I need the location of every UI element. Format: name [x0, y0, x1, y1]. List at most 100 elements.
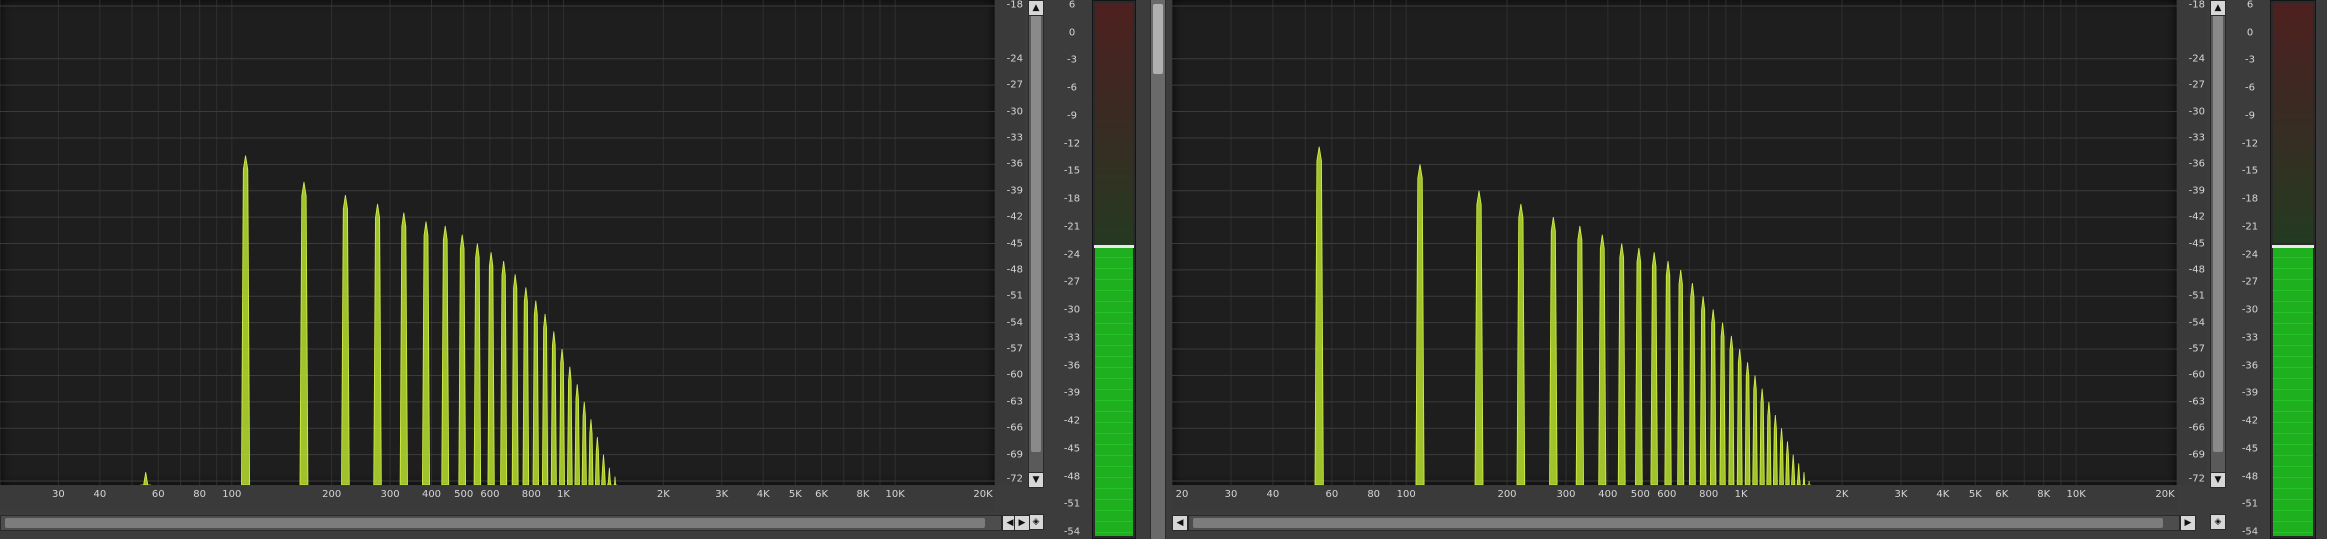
db-tick-label: -36: [2188, 158, 2205, 170]
meter-tick-label: -12: [2241, 138, 2259, 150]
zoom-icon[interactable]: ◈: [2210, 514, 2226, 530]
frequency-tick-label: 800: [521, 489, 541, 500]
spectrum-peak: [511, 274, 519, 485]
db-tick-label: -27: [2188, 79, 2205, 91]
spectrum-peak: [373, 203, 382, 485]
db-tick-label: -48: [2188, 264, 2205, 276]
meter-tick-label: -24: [1063, 249, 1081, 261]
frequency-tick-label: 1K: [1734, 489, 1748, 500]
frequency-axis: 30 40 60 80 100 200 300 400 500 600 800 1K 2K 3K 4K 5K 6…: [0, 485, 995, 511]
vertical-scroll-thumb[interactable]: [1031, 12, 1041, 452]
meter-tick-label: 6: [2246, 0, 2254, 11]
spectrum-bars: [1314, 146, 1812, 485]
left-arrow-icon[interactable]: ◀: [1172, 515, 1188, 531]
spectrum-plot[interactable]: [0, 0, 995, 485]
meter-tick-label: -42: [2241, 415, 2259, 427]
spectrum-peak: [581, 401, 587, 485]
spectrum-plot[interactable]: [1172, 0, 2177, 485]
vertical-scroll-thumb[interactable]: [2213, 12, 2223, 452]
horizontal-scrollbar[interactable]: [1188, 515, 2180, 531]
meter-tick-label: -21: [1063, 221, 1081, 233]
spectrum-peak: [1785, 441, 1790, 485]
down-arrow-icon[interactable]: ▼: [2210, 472, 2226, 488]
db-tick-label: -36: [1006, 158, 1023, 170]
frequency-tick-label: 20K: [2155, 489, 2175, 500]
db-tick-label: -72: [2188, 473, 2205, 485]
right-arrow-icon[interactable]: ▶: [1014, 515, 1030, 531]
meter-tick-label: -15: [2241, 165, 2259, 177]
db-axis: -18 -24 -27 -30 -33 -36 -39 -42 -45 -48 -51 -54 -57 -…: [995, 0, 1025, 485]
db-tick-label: -51: [2188, 290, 2205, 302]
spectrum-peak: [341, 195, 350, 485]
frequency-tick-label: 600: [480, 489, 500, 500]
frequency-tick-label: 4K: [1936, 489, 1950, 500]
meter-scale: 6 0 -3 -6 -9 -12 -15 -18 -21 -24 -27 -30 -33 -36 -39 -4…: [2230, 0, 2270, 539]
up-arrow-icon[interactable]: ▲: [1028, 0, 1044, 16]
zoom-icon[interactable]: ◈: [1028, 514, 1044, 530]
spectrum-peak: [1744, 362, 1751, 485]
frequency-tick-label: 3K: [715, 489, 729, 500]
spectrum-peak: [1728, 335, 1735, 485]
frequency-tick-label: 300: [380, 489, 400, 500]
spectrum-peak: [1759, 388, 1765, 485]
meter-tick-label: -18: [1063, 193, 1081, 205]
frequency-tick-label: 10K: [2066, 489, 2086, 500]
frequency-tick-label: 5K: [1968, 489, 1982, 500]
frequency-tick-label: 40: [1266, 489, 1280, 500]
meter-tick-label: -42: [1063, 415, 1081, 427]
horizontal-scroll-thumb[interactable]: [5, 518, 985, 528]
up-arrow-icon[interactable]: ▲: [2210, 0, 2226, 16]
meter-tick-label: -36: [2241, 360, 2259, 372]
db-axis: -18 -24 -27 -30 -33 -36 -39 -42 -45 -48 -51 -54 -57 -…: [2177, 0, 2207, 485]
frequency-tick-label: 8K: [856, 489, 870, 500]
db-tick-label: -24: [1006, 53, 1023, 65]
horizontal-scroll-thumb[interactable]: [1193, 518, 2163, 528]
vertical-scrollbar[interactable]: [2210, 10, 2226, 472]
divider-handle[interactable]: [1153, 4, 1163, 74]
frequency-axis: 20 30 40 60 80 100 200 300 400 500 600 800 1K 2K 3K 4K 5…: [1172, 485, 2177, 511]
meter-tick-label: -24: [2241, 249, 2259, 261]
horizontal-scrollbar[interactable]: [0, 515, 1002, 531]
level-meter: [1092, 0, 1136, 539]
spectrum-peak: [1801, 472, 1807, 485]
spectrum-peak: [1766, 401, 1772, 485]
spectrum-peak: [522, 287, 530, 485]
spectrum-peak: [594, 436, 600, 485]
frequency-tick-label: 30: [1224, 489, 1238, 500]
frequency-tick-label: 200: [322, 489, 342, 500]
db-tick-label: -69: [2188, 449, 2205, 461]
db-tick-label: -33: [2188, 132, 2205, 144]
frequency-tick-label: 6K: [815, 489, 829, 500]
db-tick-label: -63: [1006, 396, 1023, 408]
spectrum-peak: [1709, 309, 1717, 485]
db-tick-label: -45: [2188, 238, 2205, 249]
spectrum-peak: [500, 261, 508, 485]
frequency-tick-label: 600: [1657, 489, 1677, 500]
meter-tick-label: 0: [1068, 27, 1076, 39]
analyzer-left: 30 40 60 80 100 200 300 400 500 600 800 1K 2K 3K 4K 5K 6…: [0, 0, 1150, 539]
meter-tick-label: -18: [2241, 193, 2259, 205]
spectrum-peak: [1772, 414, 1778, 485]
spectrum-peak: [1516, 203, 1526, 485]
frequency-tick-label: 800: [1699, 489, 1719, 500]
meter-tick-label: -27: [2241, 276, 2259, 288]
db-tick-label: -24: [2188, 53, 2205, 65]
spectrum-peak: [601, 454, 606, 485]
right-arrow-icon[interactable]: ▶: [2180, 515, 2196, 531]
db-tick-label: -69: [1006, 449, 1023, 461]
meter-headroom: [1095, 3, 1133, 253]
down-arrow-icon[interactable]: ▼: [1028, 472, 1044, 488]
frequency-tick-label: 400: [421, 489, 442, 500]
vertical-scrollbar[interactable]: [1028, 10, 1044, 472]
meter-tick-label: 0: [2246, 27, 2254, 39]
meter-scale: 6 0 -3 -6 -9 -12 -15 -18 -21 -24 -27 -30 -33 -36 -39 -4…: [1052, 0, 1092, 539]
meter-peak-marker: [2272, 245, 2314, 249]
frequency-tick-label: 30: [52, 489, 65, 500]
meter-tick-label: -6: [2245, 82, 2255, 94]
pane-divider[interactable]: [1150, 0, 1166, 539]
db-tick-label: -57: [2188, 343, 2205, 355]
meter-tick-label: -45: [1063, 443, 1081, 455]
db-tick-label: -30: [2188, 106, 2205, 118]
meter-tick-label: -39: [1063, 387, 1081, 399]
spectrum-peak: [588, 419, 594, 485]
